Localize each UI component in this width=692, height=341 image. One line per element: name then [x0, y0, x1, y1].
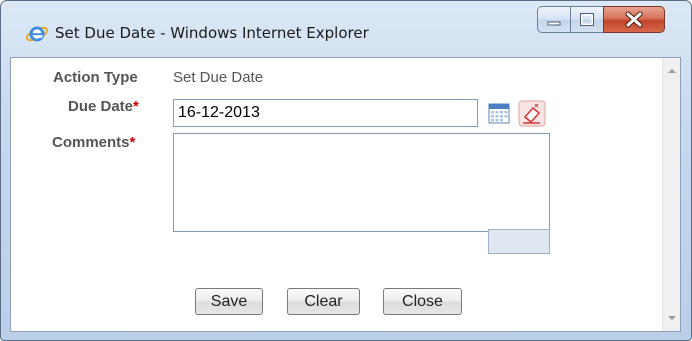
due-date-input[interactable]: 16-12-2013	[173, 99, 478, 127]
vertical-scrollbar[interactable]	[662, 58, 680, 331]
comments-label-text: Comments	[52, 134, 130, 151]
save-button[interactable]: Save	[195, 288, 263, 315]
close-window-button[interactable]	[603, 6, 665, 33]
scroll-down-arrow-icon[interactable]	[668, 316, 676, 320]
close-button[interactable]: Close	[383, 288, 462, 315]
window-title: Set Due Date - Windows Internet Explorer	[55, 24, 369, 42]
page-content: Action Type Set Due Date Due Date* 16-12…	[10, 57, 681, 332]
internet-explorer-icon	[25, 26, 49, 42]
due-date-label: Due Date*	[68, 98, 139, 115]
scroll-up-arrow-icon[interactable]	[668, 69, 676, 73]
browser-popup-window: Set Due Date - Windows Internet Explorer	[0, 0, 692, 341]
textarea-resize-handle[interactable]	[488, 229, 550, 254]
calendar-icon[interactable]	[487, 101, 511, 125]
minimize-icon	[547, 21, 561, 26]
eraser-icon[interactable]	[518, 100, 546, 127]
action-type-value: Set Due Date	[173, 69, 264, 86]
caption-buttons	[537, 6, 665, 34]
comments-textarea[interactable]	[173, 133, 550, 232]
maximize-button[interactable]	[570, 6, 603, 33]
required-marker: *	[129, 134, 136, 151]
clear-button[interactable]: Clear	[287, 288, 360, 315]
title-bar[interactable]: Set Due Date - Windows Internet Explorer	[9, 1, 683, 57]
close-icon	[625, 11, 643, 28]
minimize-button[interactable]	[537, 6, 570, 33]
required-marker: *	[133, 98, 139, 115]
comments-label: Comments*	[52, 134, 135, 151]
maximize-icon	[580, 13, 594, 26]
due-date-label-text: Due Date	[68, 98, 134, 115]
action-type-label: Action Type	[53, 69, 138, 86]
